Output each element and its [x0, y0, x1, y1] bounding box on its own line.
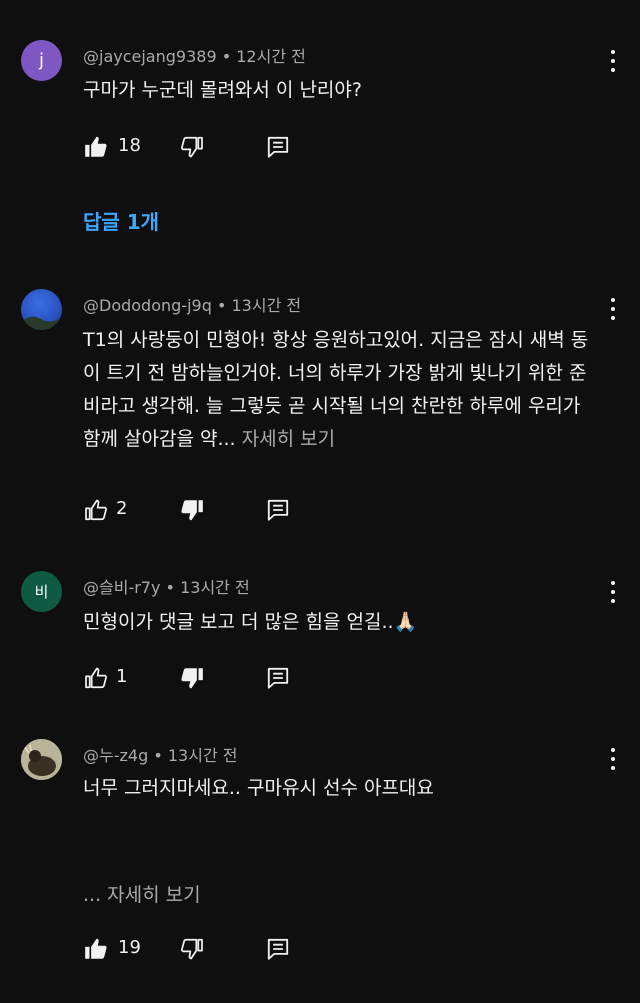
- like-count: 1: [116, 666, 128, 687]
- comment-author[interactable]: @jaycejang9389: [83, 47, 217, 66]
- reply-icon[interactable]: [265, 936, 291, 962]
- like-count: 19: [118, 937, 141, 958]
- meta-separator: •: [221, 47, 232, 66]
- thumbs-down-icon[interactable]: [179, 665, 205, 691]
- like-count: 18: [118, 135, 141, 156]
- like-count: 2: [116, 498, 128, 519]
- avatar-letter: j: [38, 50, 44, 71]
- thumbs-up-icon[interactable]: [83, 936, 109, 962]
- comment-text: 너무 그러지마세요.. 구마유시 선수 아프대요: [83, 777, 434, 799]
- thumbs-up-icon[interactable]: [83, 665, 109, 691]
- avatar[interactable]: [21, 289, 62, 330]
- more-vert-icon[interactable]: [604, 581, 622, 603]
- comment-time: 13시간 전: [167, 746, 238, 765]
- avatar[interactable]: j: [21, 40, 62, 81]
- reply-icon[interactable]: [265, 665, 291, 691]
- replies-toggle[interactable]: 답글 1개: [83, 206, 159, 235]
- more-vert-icon[interactable]: [604, 50, 622, 72]
- comment-meta: @누-z4g • 13시간 전: [83, 742, 237, 766]
- comment-text: 민형이가 댓글 보고 더 많은 힘을 얻길..🙏🏻: [83, 611, 418, 633]
- thumbs-down-icon[interactable]: [179, 936, 205, 962]
- more-vert-icon[interactable]: [604, 298, 622, 320]
- avatar[interactable]: 비: [21, 571, 62, 612]
- avatar-image: [21, 739, 62, 780]
- comment-author[interactable]: @슬비-r7y: [83, 578, 160, 597]
- thumbs-up-icon[interactable]: [83, 497, 109, 523]
- read-more-link[interactable]: ... 자세히 보기: [83, 879, 593, 912]
- thumbs-down-icon[interactable]: [179, 134, 205, 160]
- meta-separator: •: [165, 578, 175, 597]
- avatar[interactable]: [21, 739, 62, 780]
- comment-item: j @jaycejang9389 • 12시간 전 구마가 누군데 몰려와서 이…: [0, 0, 640, 270]
- comment-time: 12시간 전: [236, 47, 306, 66]
- comment-text-content: T1의 사랑둥이 민형아! 항상 응원하고있어. 지금은 잠시 새벽 동이 트기…: [83, 329, 589, 450]
- read-more-link[interactable]: 자세히 보기: [242, 428, 335, 450]
- comment-time: 13시간 전: [180, 578, 250, 597]
- comment-meta: @슬비-r7y • 13시간 전: [83, 574, 250, 598]
- comment-meta: @Dododong-j9q • 13시간 전: [83, 292, 301, 316]
- comment-meta: @jaycejang9389 • 12시간 전: [83, 43, 306, 67]
- comment-text: 구마가 누군데 몰려와서 이 난리야?: [83, 79, 362, 101]
- avatar-image: [21, 316, 62, 330]
- meta-separator: •: [216, 296, 227, 315]
- more-vert-icon[interactable]: [604, 748, 622, 770]
- comment-author[interactable]: @누-z4g: [83, 746, 148, 765]
- thumbs-down-icon[interactable]: [179, 497, 205, 523]
- comment-time: 13시간 전: [231, 296, 302, 315]
- comment-text: T1의 사랑둥이 민형아! 항상 응원하고있어. 지금은 잠시 새벽 동이 트기…: [83, 324, 593, 456]
- meta-separator: •: [153, 746, 163, 765]
- reply-icon[interactable]: [265, 497, 291, 523]
- comment-author[interactable]: @Dododong-j9q: [83, 296, 212, 315]
- avatar-letter: 비: [34, 583, 49, 601]
- reply-icon[interactable]: [265, 134, 291, 160]
- thumbs-up-icon[interactable]: [83, 134, 109, 160]
